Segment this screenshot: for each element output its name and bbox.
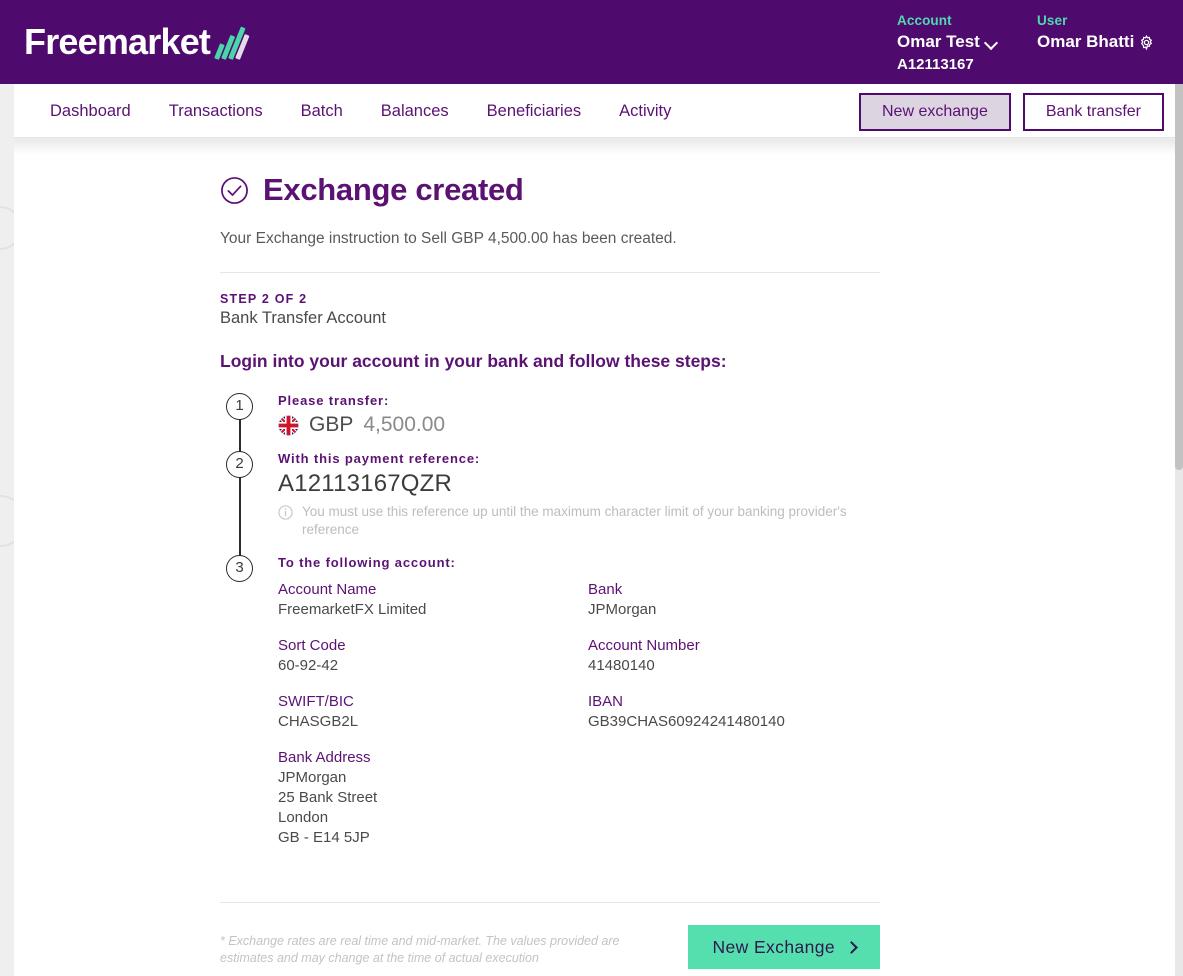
- step-number-2: 2: [226, 451, 253, 478]
- field-sort-code: Sort Code 60-92-42: [278, 636, 588, 676]
- user-name-text: Omar Bhatti: [1037, 32, 1135, 51]
- account-label: Account: [897, 13, 952, 28]
- info-icon: [278, 505, 293, 520]
- page-surface: Exchange created Your Exchange instructi…: [14, 139, 1175, 976]
- field-iban: IBAN GB39CHAS60924241480140: [588, 692, 880, 732]
- field-value: 60-92-42: [278, 657, 339, 674]
- bank-transfer-button[interactable]: Bank transfer: [1022, 93, 1164, 131]
- field-label: Account Name: [278, 581, 377, 598]
- step-bullet-column: 1: [220, 393, 278, 480]
- transfer-amount: 4,500.00: [363, 413, 446, 436]
- new-exchange-cta-label: New Exchange: [712, 936, 835, 957]
- payment-reference-value[interactable]: A12113167QZR: [278, 470, 880, 498]
- transfer-currency: GBP: [309, 413, 354, 436]
- left-decoration-strip: [0, 0, 14, 976]
- field-value: CHASGB2L: [278, 713, 359, 730]
- user-name[interactable]: Omar Bhatti: [1037, 30, 1154, 54]
- decorative-ring: [0, 495, 14, 547]
- nav-item-activity[interactable]: Activity: [600, 102, 690, 121]
- nav-actions: New exchange Bank transfer: [859, 93, 1164, 131]
- field-label: Bank Address: [278, 749, 371, 766]
- step-number-1: 1: [226, 393, 253, 420]
- destination-account-heading: To the following account:: [278, 555, 456, 570]
- nav-item-transactions[interactable]: Transactions: [150, 102, 282, 121]
- payment-reference-heading: With this payment reference:: [278, 451, 481, 466]
- account-switcher[interactable]: Account Omar Test A12113167: [897, 12, 998, 76]
- page-title-row: Exchange created: [220, 172, 880, 208]
- step-indicator-subtitle: Bank Transfer Account: [220, 309, 387, 327]
- bank-address-line-1: JPMorgan: [278, 769, 347, 786]
- gear-icon[interactable]: [1139, 34, 1154, 50]
- field-account-name: Account Name FreemarketFX Limited: [278, 580, 588, 620]
- field-label: Sort Code: [278, 637, 346, 654]
- footer-row: * Exchange rates are real time and mid-m…: [220, 925, 880, 969]
- field-value: JPMorgan: [588, 601, 657, 618]
- field-empty: [588, 748, 880, 848]
- account-name[interactable]: Omar Test: [897, 30, 998, 54]
- page-scrollbar[interactable]: [1175, 0, 1183, 976]
- bank-address-line-4: GB - E14 5JP: [278, 829, 370, 846]
- destination-account-grid: Account Name FreemarketFX Limited Bank J…: [278, 580, 880, 848]
- step-body-1: Please transfer: GBP 4,500.00: [278, 393, 880, 457]
- nav-links: Dashboard Transactions Batch Balances Be…: [31, 84, 690, 138]
- nav-item-balances[interactable]: Balances: [362, 102, 468, 121]
- field-value: 41480140: [588, 657, 655, 674]
- field-value: GB39CHAS60924241480140: [588, 713, 785, 730]
- page-subtitle: Your Exchange instruction to Sell GBP 4,…: [220, 230, 677, 247]
- step-indicator-label: STEP 2 OF 2: [220, 292, 308, 306]
- step-bullet-column: 3: [220, 555, 278, 868]
- bank-address-line-3: London: [278, 809, 329, 826]
- app-header: Freemarket Account Omar Test A12113167 U…: [0, 0, 1183, 84]
- brand-logo[interactable]: Freemarket: [24, 21, 250, 62]
- step-body-2: With this payment reference: A12113167QZ…: [278, 451, 880, 559]
- main-navbar: Dashboard Transactions Batch Balances Be…: [14, 84, 1175, 138]
- step-body-3: To the following account: Account Name F…: [278, 555, 880, 868]
- step-item-2: 2 With this payment reference: A12113167…: [220, 451, 880, 575]
- step-item-1: 1 Please transfer: GBP 4,500.00: [220, 393, 880, 480]
- field-bank-address: Bank Address JPMorgan 25 Bank Street Lon…: [278, 748, 588, 848]
- brand-logo-text: Freemarket: [24, 21, 211, 62]
- nav-item-batch[interactable]: Batch: [282, 102, 362, 121]
- account-number: A12113167: [897, 56, 974, 73]
- field-swift-bic: SWIFT/BIC CHASGB2L: [278, 692, 588, 732]
- field-label: Account Number: [588, 637, 700, 654]
- chevron-down-icon[interactable]: [985, 38, 998, 46]
- gb-flag-icon: [278, 414, 299, 436]
- field-label: SWIFT/BIC: [278, 693, 354, 710]
- payment-reference-note-text: You must use this reference up until the…: [302, 504, 847, 537]
- bank-address-line-2: 25 Bank Street: [278, 789, 378, 806]
- field-bank: Bank JPMorgan: [588, 580, 880, 620]
- field-label: Bank: [588, 581, 623, 598]
- field-label: IBAN: [588, 693, 624, 710]
- field-value: FreemarketFX Limited: [278, 601, 427, 618]
- transfer-amount-row: GBP 4,500.00: [278, 413, 880, 437]
- page-title: Exchange created: [263, 172, 524, 207]
- decorative-ring: [0, 206, 14, 250]
- new-exchange-cta-button[interactable]: New Exchange: [688, 925, 880, 969]
- user-label: User: [1037, 13, 1068, 28]
- steps-list: 1 Please transfer: GBP 4,500.00 2 With t…: [220, 393, 880, 868]
- field-account-number: Account Number 41480140: [588, 636, 880, 676]
- brand-logo-mark-icon: [212, 22, 250, 62]
- instruction-heading: Login into your account in your bank and…: [220, 351, 727, 371]
- new-exchange-button[interactable]: New exchange: [859, 93, 1011, 131]
- step-number-3: 3: [226, 555, 253, 582]
- nav-item-beneficiaries[interactable]: Beneficiaries: [468, 102, 600, 121]
- transfer-amount-heading: Please transfer:: [278, 393, 390, 408]
- scrollbar-header-segment: [1175, 0, 1183, 84]
- step-item-3: 3 To the following account: Account Name…: [220, 555, 880, 868]
- check-circle-icon: [221, 176, 248, 204]
- footer-divider: [220, 902, 880, 903]
- page-top-shadow: [14, 139, 1175, 155]
- nav-item-dashboard[interactable]: Dashboard: [31, 102, 150, 121]
- page-content: Exchange created Your Exchange instructi…: [220, 172, 880, 969]
- payment-reference-note: You must use this reference up until the…: [278, 503, 880, 539]
- chevron-right-icon: [845, 940, 858, 954]
- rates-disclaimer: * Exchange rates are real time and mid-m…: [220, 934, 620, 965]
- user-menu[interactable]: User Omar Bhatti: [1037, 12, 1154, 54]
- section-divider: [220, 272, 880, 273]
- app-root: Freemarket Account Omar Test A12113167 U…: [0, 0, 1183, 976]
- account-name-text: Omar Test: [897, 32, 980, 51]
- step-bullet-column: 2: [220, 451, 278, 575]
